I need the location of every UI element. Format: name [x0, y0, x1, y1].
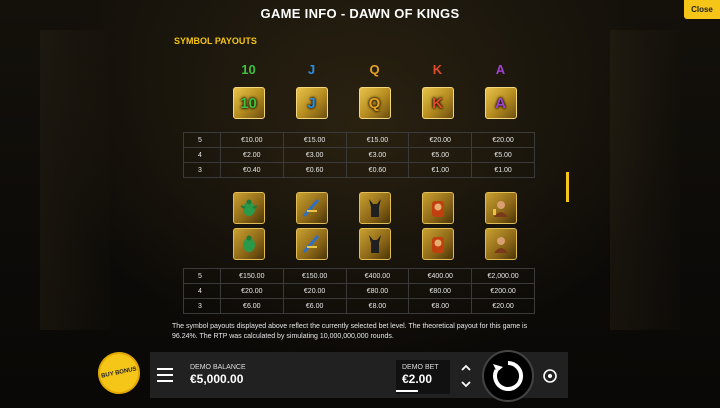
table-row: 3 €0.40 €0.60 €0.60 €1.00 €1.00	[183, 162, 535, 178]
bet-underline	[396, 390, 418, 392]
symbol-label: K	[432, 62, 443, 77]
close-button[interactable]: Close	[684, 0, 720, 19]
payout-cell: €20.00	[408, 132, 473, 148]
payout-cell: €20.00	[471, 298, 535, 314]
payout-cell: €3.00	[345, 147, 410, 163]
table-row: 4 €20.00 €20.00 €80.00 €80.00 €200.00	[183, 283, 535, 299]
payout-cell: €20.00	[219, 283, 284, 299]
payout-cell: €400.00	[345, 268, 410, 284]
symbol-pharaoh	[421, 192, 454, 260]
payout-cell: €0.40	[219, 162, 284, 178]
chevron-up-icon[interactable]	[461, 363, 471, 374]
symbol-label: Q	[369, 62, 380, 77]
balance-display: DEMO BALANCE €5,000.00	[190, 364, 246, 386]
payout-cell: €6.00	[219, 298, 284, 314]
chevron-down-icon[interactable]	[461, 380, 471, 391]
header: GAME INFO - DAWN OF KINGS	[0, 0, 720, 26]
menu-icon[interactable]	[157, 368, 173, 382]
symbol-label: J	[307, 62, 316, 77]
payout-cell: €80.00	[408, 283, 473, 299]
match-count: 4	[183, 147, 221, 163]
eye-of-horus-icon	[295, 192, 328, 224]
anubis-icon	[358, 228, 391, 260]
symbol-tile: 10	[232, 87, 265, 119]
match-count: 5	[183, 268, 221, 284]
table-row: 5 €10.00 €15.00 €15.00 €20.00 €20.00	[183, 132, 535, 148]
payout-cell: €2.00	[219, 147, 284, 163]
pharaoh-icon	[421, 228, 454, 260]
payout-cell: €80.00	[345, 283, 410, 299]
symbol-10: 10 10	[232, 62, 265, 119]
symbol-label: A	[495, 62, 506, 77]
payout-cell: €0.60	[345, 162, 410, 178]
payout-cell: €15.00	[345, 132, 410, 148]
symbol-j: J J	[295, 62, 328, 119]
letter-symbols-row: 10 10 J J Q Q K K A A	[232, 62, 517, 119]
symbol-tile: A	[484, 87, 517, 119]
section-title: SYMBOL PAYOUTS	[174, 36, 257, 46]
match-count: 5	[183, 132, 221, 148]
payout-cell: €20.00	[282, 283, 347, 299]
payout-cell: €8.00	[408, 298, 473, 314]
match-count: 4	[183, 283, 221, 299]
payout-cell: €5.00	[471, 147, 535, 163]
payout-cell: €20.00	[471, 132, 535, 148]
payout-cell: €1.00	[471, 162, 535, 178]
spin-button[interactable]	[482, 350, 534, 402]
autoplay-icon[interactable]	[540, 366, 560, 386]
payout-cell: €6.00	[282, 298, 347, 314]
game-info-panel: SYMBOL PAYOUTS 10 10 J J Q Q K K A A 5 €…	[170, 26, 540, 346]
scrollbar[interactable]	[566, 172, 569, 202]
table-row: 5 €150.00 €150.00 €400.00 €400.00 €2,000…	[183, 268, 535, 284]
picture-payout-table: 5 €150.00 €150.00 €400.00 €400.00 €2,000…	[183, 268, 535, 314]
payout-cell: €400.00	[408, 268, 473, 284]
payout-cell: €150.00	[282, 268, 347, 284]
payout-cell: €2,000.00	[471, 268, 535, 284]
symbol-q: Q Q	[358, 62, 391, 119]
payout-cell: €200.00	[471, 283, 535, 299]
symbol-eye-of-horus	[295, 192, 328, 260]
rtp-note: The symbol payouts displayed above refle…	[172, 323, 528, 340]
letter-payout-table: 5 €10.00 €15.00 €15.00 €20.00 €20.00 4 €…	[183, 132, 535, 178]
scarab-icon	[232, 192, 265, 224]
payout-cell: €10.00	[219, 132, 284, 148]
table-row: 3 €6.00 €6.00 €8.00 €8.00 €20.00	[183, 298, 535, 314]
symbol-scarab	[232, 192, 265, 260]
scarab-icon	[232, 228, 265, 260]
symbol-k: K K	[421, 62, 454, 119]
spin-icon	[493, 361, 524, 391]
queen-icon	[484, 228, 517, 260]
anubis-icon	[358, 192, 391, 224]
bet-label: DEMO BET	[402, 364, 439, 371]
payout-cell: €150.00	[219, 268, 284, 284]
symbol-anubis	[358, 192, 391, 260]
background-pillar-left	[40, 30, 110, 330]
picture-symbols-row	[232, 192, 517, 260]
symbol-tile: J	[295, 87, 328, 119]
bet-value: €2.00	[402, 372, 433, 386]
payout-cell: €3.00	[282, 147, 347, 163]
payout-cell: €0.60	[282, 162, 347, 178]
symbol-a: A A	[484, 62, 517, 119]
symbol-tile: K	[421, 87, 454, 119]
background-pillar-right	[610, 30, 680, 330]
symbol-queen	[484, 192, 517, 260]
symbol-label: 10	[241, 62, 256, 77]
eye-of-horus-icon	[295, 228, 328, 260]
balance-value: €5,000.00	[190, 372, 244, 386]
payout-cell: €15.00	[282, 132, 347, 148]
pharaoh-icon	[421, 192, 454, 224]
match-count: 3	[183, 162, 221, 178]
table-row: 4 €2.00 €3.00 €3.00 €5.00 €5.00	[183, 147, 535, 163]
symbol-tile: Q	[358, 87, 391, 119]
bet-stepper	[458, 363, 474, 391]
payout-cell: €5.00	[408, 147, 473, 163]
payout-cell: €1.00	[408, 162, 473, 178]
queen-icon	[484, 192, 517, 224]
balance-label: DEMO BALANCE	[190, 364, 246, 371]
payout-cell: €8.00	[345, 298, 410, 314]
bet-display[interactable]: DEMO BET €2.00	[396, 360, 450, 394]
page-title: GAME INFO - DAWN OF KINGS	[260, 5, 460, 21]
match-count: 3	[183, 298, 221, 314]
